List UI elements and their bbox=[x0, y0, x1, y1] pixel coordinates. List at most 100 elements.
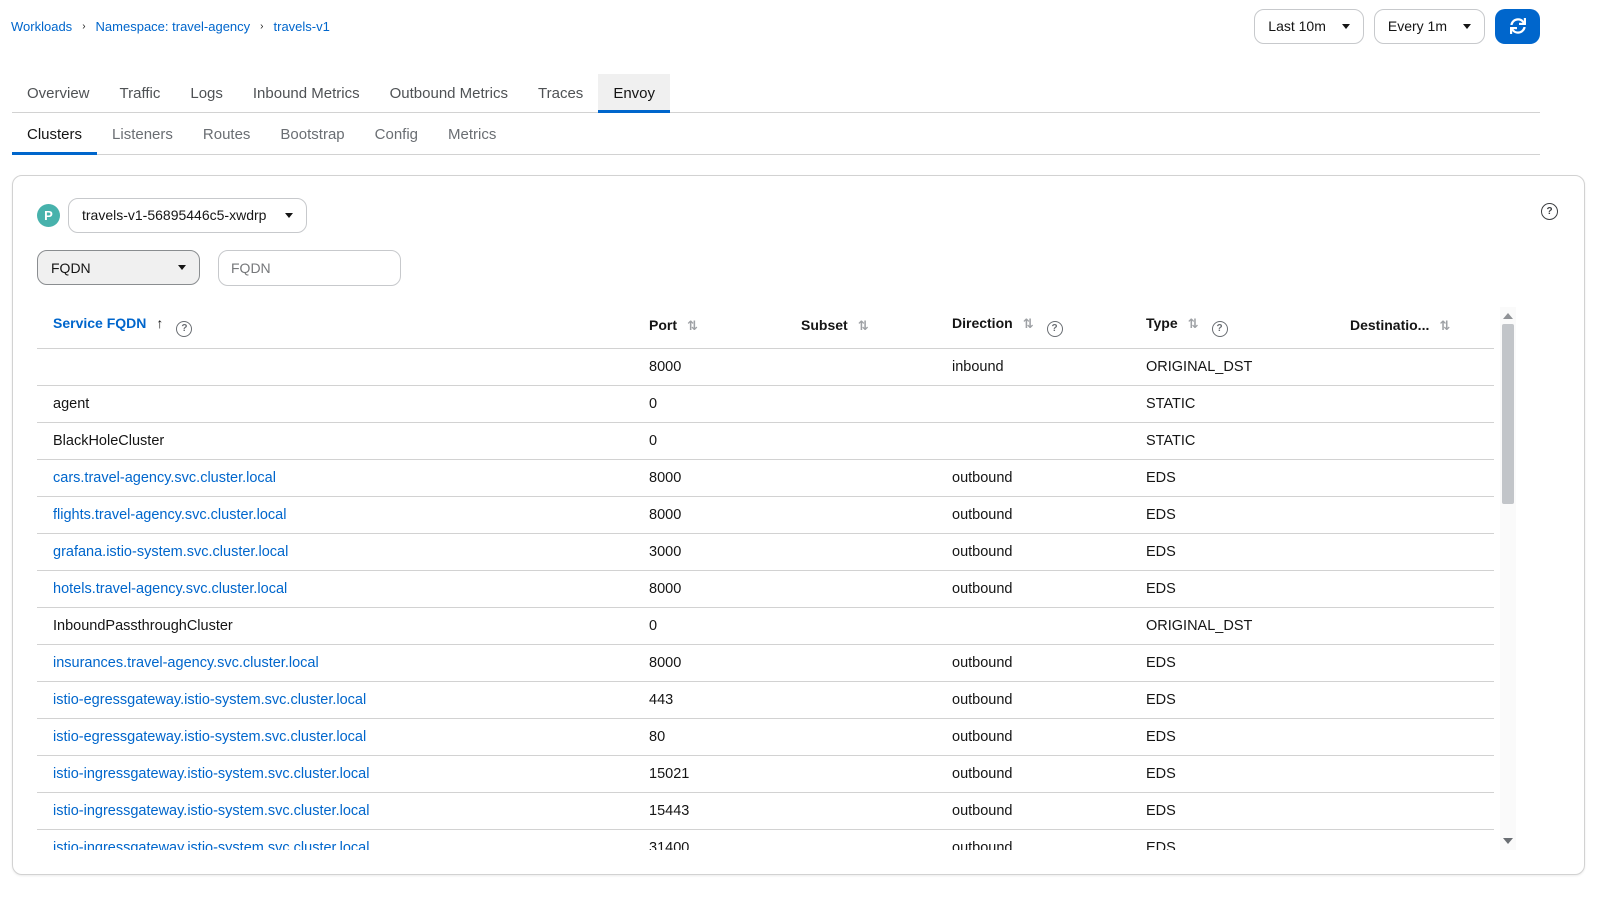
service-fqdn-link[interactable]: flights.travel-agency.svc.cluster.local bbox=[53, 507, 286, 523]
subtab-routes[interactable]: Routes bbox=[188, 113, 266, 155]
cell-type: ORIGINAL_DST bbox=[1130, 607, 1334, 645]
sort-icon[interactable]: ⇅ bbox=[687, 318, 698, 333]
cell-direction: outbound bbox=[936, 792, 1130, 830]
chevron-down-icon bbox=[1463, 23, 1471, 29]
cell-port: 8000 bbox=[633, 496, 785, 534]
cell-subset bbox=[785, 422, 936, 460]
column-header-type[interactable]: Type ⇅? bbox=[1130, 307, 1334, 349]
cell-port: 8000 bbox=[633, 459, 785, 497]
cell-destination bbox=[1334, 570, 1494, 608]
cell-subset bbox=[785, 533, 936, 571]
help-icon[interactable]: ? bbox=[1046, 320, 1063, 337]
tab-envoy[interactable]: Envoy bbox=[598, 74, 671, 113]
sort-icon[interactable]: ⇅ bbox=[1023, 316, 1034, 331]
cell-destination bbox=[1334, 755, 1494, 793]
cell-service-fqdn: hotels.travel-agency.svc.cluster.local bbox=[37, 570, 633, 608]
cell-direction: outbound bbox=[936, 644, 1130, 682]
cell-type: EDS bbox=[1130, 496, 1334, 534]
pod-selector-row: P travels-v1-56895446c5-xwdrp ? bbox=[37, 197, 1560, 233]
duration-value: Last 10m bbox=[1268, 18, 1326, 34]
cell-subset bbox=[785, 829, 936, 850]
column-header-port[interactable]: Port ⇅ bbox=[633, 307, 785, 349]
service-fqdn-link[interactable]: insurances.travel-agency.svc.cluster.loc… bbox=[53, 655, 319, 671]
service-fqdn-link[interactable]: istio-ingressgateway.istio-system.svc.cl… bbox=[53, 803, 369, 819]
pod-selector-dropdown[interactable]: travels-v1-56895446c5-xwdrp bbox=[68, 197, 307, 233]
cell-destination bbox=[1334, 607, 1494, 645]
subtab-metrics[interactable]: Metrics bbox=[433, 113, 511, 155]
sort-icon[interactable]: ⇅ bbox=[1439, 318, 1450, 333]
column-label: Type bbox=[1146, 315, 1178, 331]
filter-type-dropdown[interactable]: FQDN bbox=[37, 250, 200, 285]
table-row: istio-ingressgateway.istio-system.svc.cl… bbox=[37, 755, 1494, 793]
tab-overview[interactable]: Overview bbox=[12, 74, 105, 113]
subtab-clusters[interactable]: Clusters bbox=[12, 113, 98, 155]
sort-icon[interactable]: ⇅ bbox=[858, 318, 869, 333]
help-icon[interactable]: ? bbox=[176, 320, 193, 337]
cell-port: 8000 bbox=[633, 348, 785, 386]
scroll-down-icon[interactable] bbox=[1500, 834, 1516, 848]
cell-direction bbox=[936, 422, 1130, 460]
main-tabs: Overview Traffic Logs Inbound Metrics Outbou… bbox=[12, 74, 1540, 113]
scrollbar-thumb[interactable] bbox=[1502, 324, 1514, 504]
chevron-down-icon bbox=[178, 265, 186, 270]
cell-direction bbox=[936, 385, 1130, 423]
help-icon[interactable]: ? bbox=[1541, 203, 1558, 220]
column-header-subset[interactable]: Subset ⇅ bbox=[785, 307, 936, 349]
cell-type: EDS bbox=[1130, 792, 1334, 830]
column-label: Subset bbox=[801, 317, 848, 334]
cell-port: 3000 bbox=[633, 533, 785, 571]
cell-service-fqdn: istio-ingressgateway.istio-system.svc.cl… bbox=[37, 829, 633, 850]
cell-type: EDS bbox=[1130, 681, 1334, 719]
scroll-up-icon[interactable] bbox=[1500, 309, 1516, 323]
cell-destination bbox=[1334, 459, 1494, 497]
duration-dropdown[interactable]: Last 10m bbox=[1254, 8, 1364, 44]
cell-direction: outbound bbox=[936, 718, 1130, 756]
cell-direction: outbound bbox=[936, 533, 1130, 571]
help-icon[interactable]: ? bbox=[1211, 320, 1228, 337]
service-fqdn-link[interactable]: cars.travel-agency.svc.cluster.local bbox=[53, 470, 276, 486]
subtab-bootstrap[interactable]: Bootstrap bbox=[265, 113, 359, 155]
breadcrumb-namespace[interactable]: Namespace: travel-agency bbox=[96, 19, 251, 34]
breadcrumb-workloads[interactable]: Workloads bbox=[11, 19, 72, 34]
service-fqdn-text: agent bbox=[53, 395, 90, 412]
service-fqdn-link[interactable]: istio-egressgateway.istio-system.svc.clu… bbox=[53, 729, 366, 745]
cell-port: 8000 bbox=[633, 570, 785, 608]
table-row: BlackHoleCluster 0 STATIC bbox=[37, 422, 1494, 460]
sort-icon[interactable]: ↑ bbox=[156, 315, 163, 331]
sort-icon[interactable]: ⇅ bbox=[1188, 316, 1199, 331]
subtab-config[interactable]: Config bbox=[360, 113, 433, 155]
cell-direction bbox=[936, 607, 1130, 645]
service-fqdn-link[interactable]: grafana.istio-system.svc.cluster.local bbox=[53, 544, 288, 560]
refresh-interval-dropdown[interactable]: Every 1m bbox=[1373, 8, 1485, 44]
service-fqdn-link[interactable]: istio-egressgateway.istio-system.svc.clu… bbox=[53, 692, 366, 708]
table-scrollbar[interactable] bbox=[1500, 307, 1516, 850]
cell-destination bbox=[1334, 681, 1494, 719]
service-fqdn-link[interactable]: istio-ingressgateway.istio-system.svc.cl… bbox=[53, 840, 369, 851]
table-row: 8000 inbound ORIGINAL_DST bbox=[37, 348, 1494, 386]
subtab-listeners[interactable]: Listeners bbox=[97, 113, 188, 155]
refresh-button[interactable] bbox=[1495, 8, 1540, 44]
cell-destination bbox=[1334, 385, 1494, 423]
column-header-service-fqdn[interactable]: Service FQDN ↑? bbox=[37, 307, 633, 349]
cell-service-fqdn: insurances.travel-agency.svc.cluster.loc… bbox=[37, 644, 633, 682]
clusters-table-container: Service FQDN ↑? Port ⇅ Subset ⇅ Direction ⇅? Typ… bbox=[37, 307, 1516, 850]
service-fqdn-link[interactable]: istio-ingressgateway.istio-system.svc.cl… bbox=[53, 766, 369, 782]
cell-service-fqdn: istio-ingressgateway.istio-system.svc.cl… bbox=[37, 792, 633, 830]
cell-type: ORIGINAL_DST bbox=[1130, 348, 1334, 386]
service-fqdn-link[interactable]: hotels.travel-agency.svc.cluster.local bbox=[53, 581, 287, 597]
tab-logs[interactable]: Logs bbox=[175, 74, 238, 113]
cell-subset bbox=[785, 607, 936, 645]
tab-traces[interactable]: Traces bbox=[523, 74, 598, 113]
cell-subset bbox=[785, 348, 936, 386]
refresh-interval-value: Every 1m bbox=[1387, 18, 1447, 34]
tab-traffic[interactable]: Traffic bbox=[105, 74, 176, 113]
cell-service-fqdn: BlackHoleCluster bbox=[37, 422, 633, 460]
tab-outbound-metrics[interactable]: Outbound Metrics bbox=[375, 74, 523, 113]
table-row: istio-egressgateway.istio-system.svc.clu… bbox=[37, 681, 1494, 719]
cell-type: EDS bbox=[1130, 533, 1334, 571]
column-header-destinatio[interactable]: Destinatio... ⇅ bbox=[1334, 307, 1494, 349]
fqdn-filter-input[interactable] bbox=[218, 250, 401, 286]
column-header-direction[interactable]: Direction ⇅? bbox=[936, 307, 1130, 349]
tab-inbound-metrics[interactable]: Inbound Metrics bbox=[238, 74, 375, 113]
breadcrumb-workload[interactable]: travels-v1 bbox=[274, 19, 330, 34]
